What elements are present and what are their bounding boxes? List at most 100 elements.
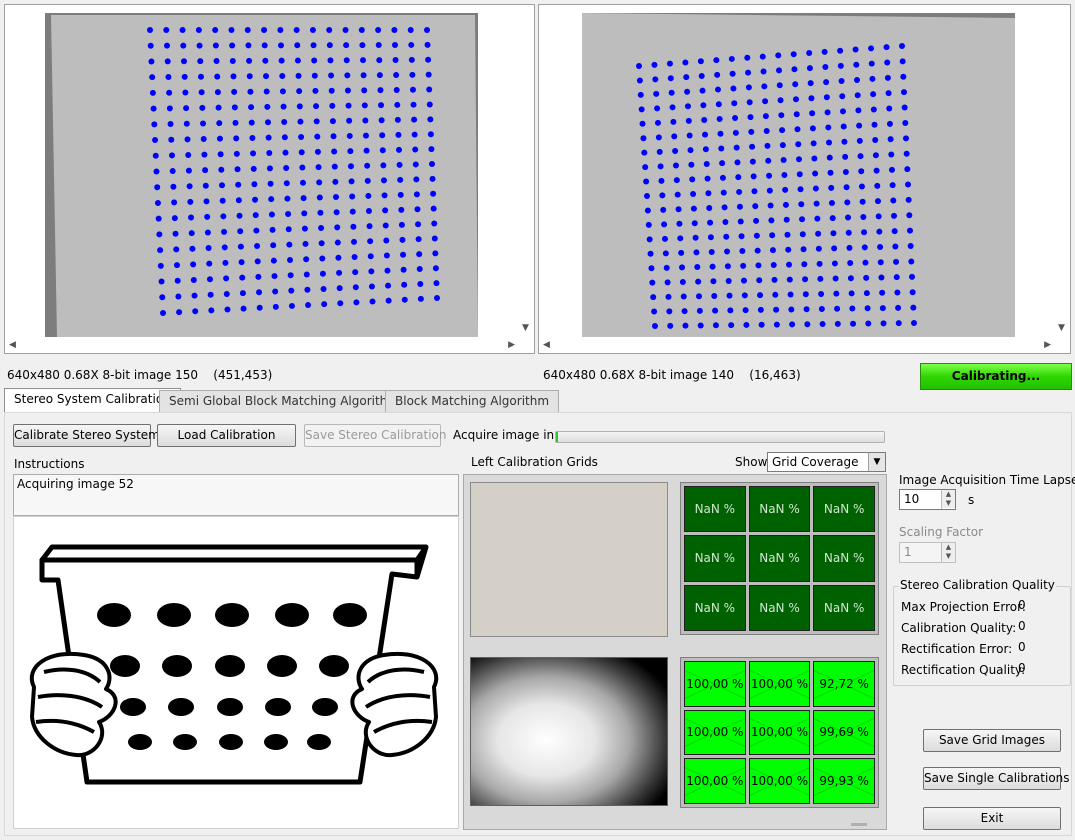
resize-grip[interactable]: [851, 823, 867, 826]
grid-dot: [690, 190, 697, 197]
grid-dot: [672, 162, 679, 169]
grid-dot: [346, 132, 353, 139]
left-camera-view[interactable]: ▼ ◀ ▶: [4, 4, 535, 354]
grid-dot: [413, 191, 420, 198]
grid-dot: [379, 147, 386, 154]
spin-down-icon[interactable]: ▼: [942, 552, 955, 561]
grid-dot: [200, 136, 207, 143]
grid-dot: [214, 73, 221, 80]
exit-button[interactable]: Exit: [923, 807, 1061, 830]
bottom-coverage-grid: 100,00 % 100,00 % 92,72 % 100,00 % 100,00 % 9…: [680, 657, 879, 808]
grid-dot: [758, 321, 765, 328]
grid-dot: [344, 87, 351, 94]
grid-dot: [254, 242, 261, 249]
scroll-right-icon[interactable]: ▶: [508, 340, 515, 350]
grid-dot: [869, 75, 876, 82]
grid-dot: [360, 72, 367, 79]
grid-dot: [375, 42, 382, 49]
grid-dot: [888, 166, 895, 173]
grid-dot: [253, 227, 260, 234]
grid-dot: [676, 220, 683, 227]
calibrate-stereo-system-button[interactable]: Calibrate Stereo System: [13, 424, 160, 447]
right-horizontal-scrollbar[interactable]: ◀ ▶: [539, 337, 1055, 353]
coverage-cell: 100,00 %: [684, 709, 746, 756]
grid-dot: [715, 101, 722, 108]
grid-dot: [732, 129, 739, 136]
grid-dot: [892, 243, 899, 250]
scroll-down-icon[interactable]: ▼: [1058, 323, 1065, 333]
grid-dot: [263, 73, 270, 80]
grid-dot: [706, 204, 713, 211]
acquisition-time-unit: s: [968, 493, 975, 507]
grid-dot: [761, 83, 768, 90]
grid-dot: [654, 105, 661, 112]
spin-up-icon[interactable]: ▲: [942, 490, 955, 499]
grid-dot: [910, 304, 917, 311]
grid-dot: [417, 280, 424, 287]
grid-dot: [708, 248, 715, 255]
right-camera-image: [582, 13, 1015, 337]
scroll-down-icon[interactable]: ▼: [522, 323, 529, 333]
coverage-cell-value: 100,00 %: [686, 676, 744, 691]
grid-dot: [729, 70, 736, 77]
grid-dot: [642, 164, 649, 171]
hands-holding-board-icon: [30, 544, 438, 785]
right-camera-view[interactable]: ▼ ◀ ▶: [538, 4, 1071, 354]
spin-up-icon[interactable]: ▲: [942, 543, 955, 552]
grid-dot: [348, 178, 355, 185]
grid-dot: [408, 41, 415, 48]
grid-dot: [875, 213, 882, 220]
grid-dot: [902, 119, 909, 126]
acquisition-time-lapse-spinner[interactable]: 10 ▲ ▼: [899, 489, 956, 510]
grid-dot: [890, 197, 897, 204]
grid-dot: [696, 307, 703, 314]
grid-dot: [700, 102, 707, 109]
grid-dot: [221, 228, 228, 235]
tab-block-matching[interactable]: Block Matching Algorithm: [385, 390, 560, 412]
grid-dot: [223, 290, 230, 297]
left-vertical-scrollbar[interactable]: ▼: [518, 5, 534, 338]
grid-dot: [690, 205, 697, 212]
grid-dot: [266, 165, 273, 172]
grid-dot: [180, 58, 187, 65]
right-vertical-scrollbar[interactable]: ▼: [1054, 5, 1070, 338]
grid-dot: [679, 278, 686, 285]
grid-dot: [166, 89, 173, 96]
tab-semi-global-block-matching[interactable]: Semi Global Block Matching Algorithm: [159, 390, 409, 412]
grid-dot: [279, 88, 286, 95]
grid-dot: [682, 59, 689, 66]
scroll-right-icon[interactable]: ▶: [1044, 340, 1051, 350]
grid-dot: [349, 193, 356, 200]
load-calibration-button[interactable]: Load Calibration: [157, 424, 296, 447]
grid-dot: [818, 306, 825, 313]
grid-dot: [312, 87, 319, 94]
grid-dot: [224, 306, 231, 313]
grid-dot: [796, 156, 803, 163]
scaling-factor-spinner[interactable]: 1 ▲ ▼: [899, 542, 956, 563]
grid-dot: [366, 223, 373, 230]
grid-dot: [149, 89, 156, 96]
grid-dot: [380, 177, 387, 184]
left-horizontal-scrollbar[interactable]: ◀ ▶: [5, 337, 519, 353]
grid-dot: [334, 239, 341, 246]
show-dropdown[interactable]: Grid Coverage ▼: [767, 452, 886, 472]
grid-dot: [753, 232, 760, 239]
grid-dot: [328, 87, 335, 94]
coverage-cell-value: NaN %: [759, 600, 800, 615]
tab-stereo-system-calibration[interactable]: Stereo System Calibration: [4, 388, 181, 413]
chevron-down-icon[interactable]: ▼: [868, 453, 885, 471]
scroll-left-icon[interactable]: ◀: [9, 340, 16, 350]
grid-dot: [365, 192, 372, 199]
grid-dot: [853, 61, 860, 68]
grid-dot: [379, 132, 386, 139]
grid-dot: [221, 244, 228, 251]
save-stereo-calibration-button[interactable]: Save Stereo Calibration: [304, 424, 446, 447]
grid-dot: [197, 73, 204, 80]
save-single-calibrations-button[interactable]: Save Single Calibrations: [923, 767, 1070, 790]
spin-down-icon[interactable]: ▼: [942, 499, 955, 508]
grid-dot: [723, 233, 730, 240]
save-grid-images-button[interactable]: Save Grid Images: [923, 729, 1061, 752]
instructions-text: Acquiring image 52: [17, 477, 134, 491]
grid-dot: [148, 58, 155, 65]
scroll-left-icon[interactable]: ◀: [543, 340, 550, 350]
